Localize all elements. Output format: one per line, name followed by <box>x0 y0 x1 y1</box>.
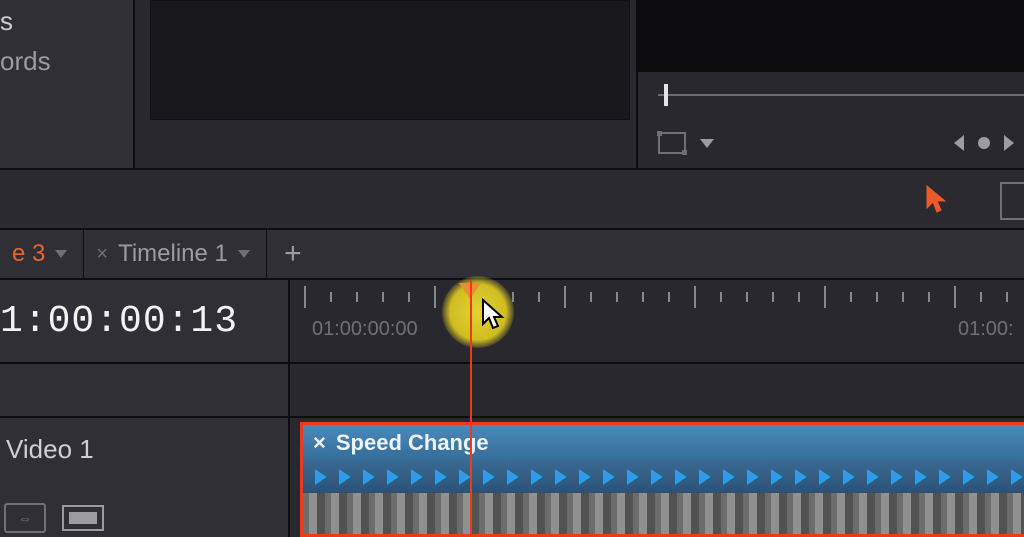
left-panel-text-1: s <box>0 6 14 37</box>
track-view-inner <box>69 512 97 524</box>
loop-dot-icon[interactable] <box>978 137 990 149</box>
track-buttons: ⇔ <box>4 503 106 533</box>
current-timecode: 1:00:00:13 <box>0 300 238 343</box>
timeline-tabs-bar: e 3 × Timeline 1 + <box>0 230 1024 280</box>
next-frame-icon[interactable] <box>1004 135 1014 151</box>
video-clip[interactable]: × Speed Change <box>300 422 1024 537</box>
clip-title-bar[interactable]: × Speed Change <box>303 425 1024 461</box>
tab-timeline-1[interactable]: × Timeline 1 <box>84 229 267 279</box>
video-track-lane[interactable]: × Speed Change <box>290 418 1024 537</box>
viewer-toolbar <box>658 126 1014 160</box>
viewer-frame <box>150 0 630 120</box>
tab-timeline-1-label: Timeline 1 <box>118 240 228 268</box>
prev-frame-icon[interactable] <box>954 135 964 151</box>
top-panel: s ords <box>0 0 1024 168</box>
timeline-ruler[interactable]: 01:00:00:00 01:00: <box>290 280 1024 364</box>
link-glyph: ⇔ <box>18 510 32 526</box>
chevron-down-icon[interactable] <box>238 250 250 258</box>
clip-thumbnails <box>303 493 1024 537</box>
selection-tool-icon[interactable] <box>925 184 949 212</box>
viewer-controls-panel <box>636 0 1024 168</box>
tab-active[interactable]: e 3 <box>0 229 84 279</box>
track-link-toggle[interactable]: ⇔ <box>4 503 46 533</box>
mode-toolbar <box>0 168 1024 230</box>
ruler-ticks <box>290 286 1024 310</box>
timecode-box[interactable]: 1:00:00:13 <box>0 280 290 364</box>
left-panel-text-2: ords <box>0 46 51 77</box>
viewer-black-area <box>638 0 1024 72</box>
media-pool-left-panel: s ords <box>0 0 135 168</box>
ruler-label-start: 01:00:00:00 <box>312 318 418 341</box>
toolbar-edge-button[interactable] <box>1000 182 1024 220</box>
close-icon[interactable]: × <box>96 243 108 266</box>
close-icon[interactable]: × <box>313 430 326 456</box>
gap-row-lane <box>290 364 1024 418</box>
track-view-toggle[interactable] <box>60 503 106 533</box>
clip-title: Speed Change <box>336 430 489 456</box>
video-track-header[interactable]: Video 1 ⇔ <box>0 418 290 537</box>
playhead-marker-icon[interactable] <box>459 283 481 299</box>
gap-row-header <box>0 364 290 418</box>
viewer-seek-handle[interactable] <box>664 84 668 106</box>
transform-overlay-icon[interactable] <box>658 132 686 154</box>
plus-icon: + <box>284 237 302 271</box>
chevron-down-icon[interactable] <box>55 250 67 258</box>
ruler-label-next: 01:00: <box>958 318 1014 341</box>
clip-speed-row[interactable] <box>303 461 1024 493</box>
transform-dropdown-icon[interactable] <box>700 139 714 148</box>
tab-active-label: e 3 <box>12 240 45 268</box>
viewer-seek-track[interactable] <box>658 94 1024 96</box>
add-timeline-button[interactable]: + <box>267 229 319 279</box>
video-track-title: Video 1 <box>6 434 94 465</box>
